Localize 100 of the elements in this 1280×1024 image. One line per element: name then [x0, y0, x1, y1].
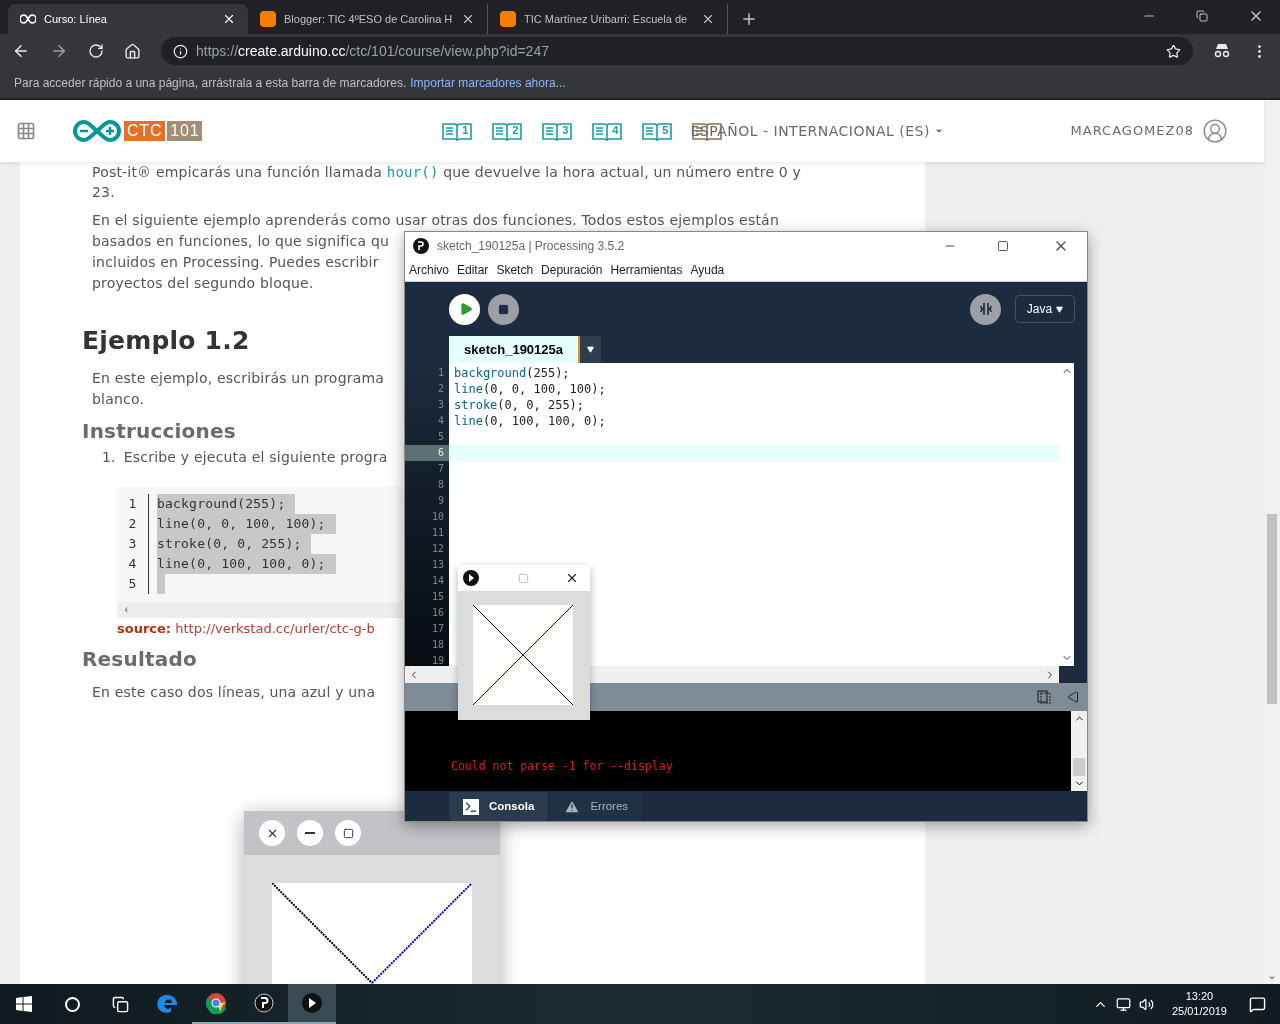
volume-icon[interactable] — [1138, 996, 1154, 1012]
line-number: 2 — [436, 382, 445, 396]
scrollbar-thumb[interactable] — [1073, 758, 1085, 776]
apps-icon[interactable] — [16, 121, 36, 141]
window-title: sketch_190125a | Processing 3.5.2 — [437, 237, 625, 255]
windows-logo-icon[interactable] — [16, 996, 32, 1012]
search-icon[interactable] — [64, 996, 80, 1012]
menu-item[interactable]: Herramientas — [610, 261, 683, 279]
text-cursor — [157, 574, 165, 594]
clock[interactable]: 13:20 25/01/2019 — [1163, 989, 1235, 1019]
editor-tab[interactable]: sketch_190125a — [449, 336, 580, 363]
incognito-icon[interactable] — [1213, 44, 1231, 58]
code-line: stroke(0, 0, 255); — [454, 398, 585, 412]
console-tab[interactable]: Errores — [550, 792, 643, 821]
reload-icon[interactable] — [88, 43, 104, 59]
address-bar[interactable]: https://create.arduino.cc/ctc/101/course/view.php?id=247 — [161, 37, 1193, 65]
import-bookmarks-link[interactable]: Importar marcadores ahora... — [410, 74, 566, 92]
line-number: 2 — [128, 515, 137, 533]
tab-title: Blogger: TIC 4ºESO de Carolina H — [284, 11, 453, 27]
browser-tab[interactable]: Curso: Línea — [8, 4, 248, 34]
logo-number: 101 — [167, 121, 203, 141]
line-number: 15 — [430, 590, 445, 604]
menu-item[interactable]: Editar — [457, 261, 489, 279]
paragraph-line: basados en funciones, lo que significa qu — [92, 232, 390, 251]
task-view-icon[interactable] — [111, 995, 129, 1013]
line-number: 7 — [436, 462, 445, 476]
source-link[interactable]: http://verkstad.cc/urler/ctc-g-b — [175, 621, 375, 636]
notifications-icon[interactable] — [1249, 995, 1266, 1013]
forward-icon[interactable] — [50, 42, 68, 60]
close-icon[interactable] — [222, 12, 236, 26]
menu-item[interactable]: Archivo — [409, 261, 449, 279]
line-number: 1 — [128, 495, 137, 513]
debugger-button[interactable] — [970, 293, 1001, 325]
stop-button[interactable] — [488, 293, 519, 325]
sketch-app-icon — [462, 569, 480, 587]
close-icon[interactable] — [565, 571, 579, 585]
user-avatar-icon[interactable] — [1202, 118, 1228, 144]
tab-menu-button[interactable] — [580, 336, 601, 363]
line-number: 6 — [405, 445, 449, 461]
copy-icon[interactable] — [1037, 690, 1051, 704]
network-icon[interactable] — [1115, 996, 1131, 1012]
paragraph-line: En este caso dos líneas, una azul y una — [92, 683, 376, 702]
console-tab[interactable]: Consola — [449, 792, 549, 821]
back-icon[interactable] — [12, 42, 30, 60]
restore-icon[interactable] — [1196, 10, 1208, 22]
terminal-icon — [463, 798, 479, 815]
menu-item[interactable]: Depuración — [541, 261, 603, 279]
scrollbar-thumb[interactable] — [1267, 514, 1277, 704]
section-subheading: Instrucciones — [82, 418, 236, 444]
source-label: source: — [117, 621, 172, 636]
tab-title: Curso: Línea — [44, 11, 107, 27]
paragraph-line: proyectos del segundo bloque. — [92, 274, 314, 293]
list-text: Escribe y ejecuta el siguiente progra — [123, 448, 388, 467]
mode-dropdown[interactable]: Java — [1015, 295, 1075, 323]
paragraph-line: 23. — [92, 183, 115, 202]
code-line: background(255); — [454, 366, 570, 380]
maximize-button[interactable] — [335, 820, 361, 846]
close-icon[interactable] — [461, 12, 475, 26]
blogger-icon — [500, 11, 516, 27]
run-button[interactable] — [449, 293, 480, 325]
console-message: Could not parse -1 for --display — [451, 757, 673, 775]
minimize-icon — [305, 832, 315, 834]
line-number: 9 — [436, 494, 445, 508]
info-icon[interactable] — [173, 43, 188, 59]
close-icon[interactable] — [701, 12, 715, 26]
menu-item[interactable]: Sketch — [496, 261, 534, 279]
code-line: line(0, 0, 100, 100); — [454, 382, 606, 396]
username: MARCAGOMEZ08 — [1070, 122, 1194, 141]
logo-text: CTC — [124, 121, 166, 141]
butterfly-icon — [977, 301, 994, 317]
line-number: 8 — [436, 478, 445, 492]
line-number: 17 — [430, 622, 445, 636]
tab-title: TIC Martínez Uribarri: Escuela de — [524, 11, 688, 27]
line-number: 4 — [128, 555, 137, 573]
scroll-down-icon[interactable] — [1267, 973, 1277, 983]
line-number: 10 — [430, 510, 445, 524]
logo-icon — [72, 119, 122, 143]
infinity-icon — [20, 14, 36, 24]
play-icon — [458, 302, 473, 316]
line-number: 12 — [430, 542, 445, 556]
star-icon[interactable] — [1166, 43, 1181, 59]
collapse-icon[interactable] — [1067, 691, 1079, 703]
paragraph-line: En este ejemplo, escribirás un programa — [92, 369, 385, 388]
paragraph-line: En el siguiente ejemplo aprenderás como usar otras dos funciones. Todos estos ejemplos están — [92, 211, 779, 230]
menu-item[interactable]: Ayuda — [690, 261, 725, 279]
book-icon — [642, 121, 673, 141]
sketch-app-icon[interactable] — [288, 984, 336, 1024]
processing-logo-icon — [413, 237, 429, 254]
line-number: 5 — [436, 430, 445, 444]
minimize-button[interactable] — [297, 820, 323, 846]
close-button[interactable] — [259, 820, 285, 846]
book-icon — [592, 121, 623, 141]
line-number: 11 — [430, 526, 445, 540]
caret-icon — [933, 126, 944, 136]
book-icon — [542, 121, 573, 141]
maximize-icon[interactable] — [997, 239, 1009, 252]
home-icon[interactable] — [124, 42, 141, 60]
new-tab-icon[interactable] — [740, 10, 758, 28]
line-number: 18 — [430, 638, 445, 652]
warning-icon — [564, 798, 581, 815]
